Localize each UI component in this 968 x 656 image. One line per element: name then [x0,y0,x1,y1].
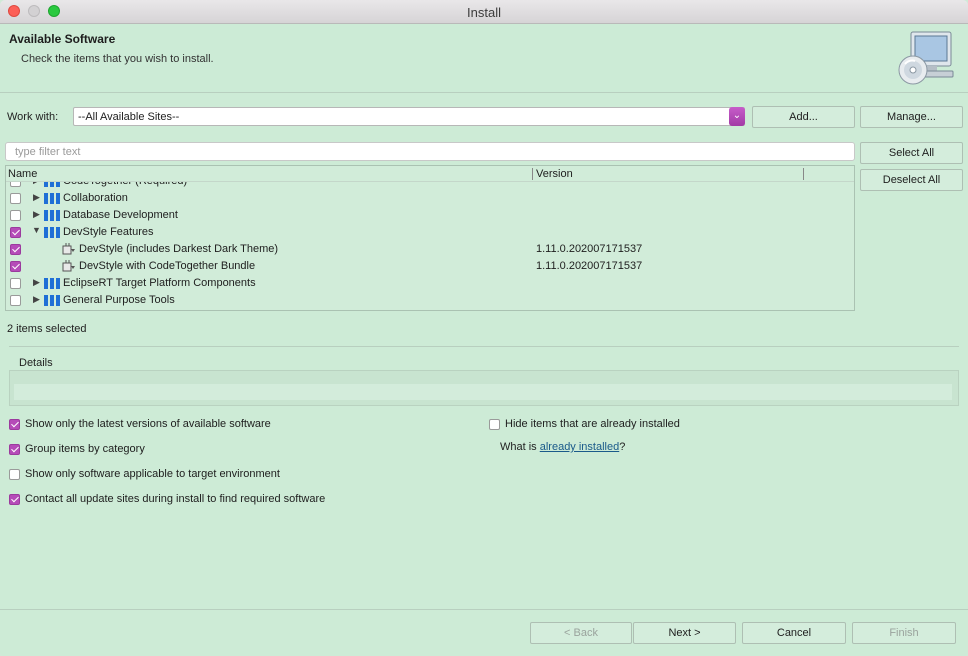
category-icon [44,193,60,204]
tree-row-eclipsert[interactable]: ▶ EclipseRT Target Platform Components [6,275,854,292]
work-with-value: --All Available Sites-- [78,111,180,123]
details-panel [9,370,959,406]
group-by-category-checkbox[interactable] [9,444,20,455]
tree-row-database-development[interactable]: ▶ Database Development [6,207,854,224]
already-installed-suffix: ? [619,441,626,453]
column-divider[interactable] [532,168,533,180]
select-all-button[interactable]: Select All [860,142,963,164]
next-button[interactable]: Next > [633,622,736,644]
row-label: EclipseRT Target Platform Components [63,277,256,289]
row-label: DevStyle with CodeTogether Bundle [79,260,256,272]
target-env-label: Show only software applicable to target … [25,468,280,480]
hide-installed-checkbox[interactable] [489,419,500,430]
tree-row-devstyle-features[interactable]: ▼ DevStyle Features [6,224,854,241]
latest-versions-checkbox[interactable] [9,419,20,430]
row-checkbox[interactable] [10,210,21,221]
hide-installed-label: Hide items that are already installed [505,418,680,430]
tree-row-collaboration[interactable]: ▶ Collaboration [6,190,854,207]
expand-arrow-icon[interactable]: ▶ [33,192,40,203]
feature-plugin-icon [62,243,75,255]
already-installed-prefix: What is [500,441,540,453]
chevron-down-icon[interactable]: ⌄ [729,107,745,126]
tree-row-devstyle[interactable]: DevStyle (includes Darkest Dark Theme) 1… [6,241,854,258]
category-icon [44,278,60,289]
row-checkbox[interactable] [10,261,21,272]
filter-input-box[interactable] [5,142,855,161]
tree-header: Name Version [6,166,854,182]
page-title: Available Software [9,32,116,46]
version-column-header[interactable]: Version [536,168,573,180]
row-checkbox[interactable] [10,295,21,306]
header-separator [0,92,968,93]
row-checkbox[interactable] [10,278,21,289]
category-icon [44,227,60,238]
contact-sites-checkbox[interactable] [9,494,20,505]
row-label: General Purpose Tools [63,294,175,306]
expand-arrow-icon[interactable]: ▶ [33,277,40,288]
target-env-checkbox[interactable] [9,469,20,480]
install-software-banner-icon [898,31,954,85]
expand-arrow-icon[interactable]: ▶ [33,294,40,305]
title-bar: Install [0,0,968,24]
deselect-all-button[interactable]: Deselect All [860,169,963,191]
details-label: Details [19,357,53,369]
feature-plugin-icon [62,260,75,272]
expand-arrow-icon[interactable]: ▶ [33,209,40,220]
row-version: 1.11.0.202007171537 [536,260,643,272]
wizard-header: Available Software Check the items that … [0,24,968,92]
latest-versions-label: Show only the latest versions of availab… [25,418,271,430]
work-with-combo[interactable]: --All Available Sites-- ⌄ [73,107,745,126]
already-installed-link[interactable]: already installed [540,441,620,453]
contact-sites-label: Contact all update sites during install … [25,493,326,505]
footer-separator [0,609,968,610]
row-label: Database Development [63,209,178,221]
name-column-header[interactable]: Name [8,168,37,180]
row-label: DevStyle Features [63,226,154,238]
collapse-arrow-icon[interactable]: ▼ [32,225,41,235]
group-by-category-label: Group items by category [25,443,145,455]
row-version: 1.11.0.202007171537 [536,243,643,255]
cancel-button[interactable]: Cancel [742,622,846,644]
row-checkbox[interactable] [10,193,21,204]
back-button[interactable]: < Back [530,622,632,644]
row-checkbox[interactable] [10,244,21,255]
page-description: Check the items that you wish to install… [21,53,214,65]
row-label: Collaboration [63,192,128,204]
manage-sites-button[interactable]: Manage... [860,106,963,128]
row-checkbox[interactable] [10,227,21,238]
category-icon [44,210,60,221]
column-divider[interactable] [803,168,804,180]
details-separator [9,346,959,347]
filter-input[interactable] [6,143,854,160]
software-tree[interactable]: ▶ CodeTogether (Required) Name Version ▶… [5,165,855,311]
window-title: Install [467,5,501,20]
tree-row-general-purpose-tools[interactable]: ▶ General Purpose Tools [6,292,854,309]
add-site-button[interactable]: Add... [752,106,855,128]
work-with-label: Work with: [7,111,59,123]
finish-button[interactable]: Finish [852,622,956,644]
category-icon [44,295,60,306]
selection-status: 2 items selected [7,323,87,335]
details-text-area [14,384,952,400]
tree-row-devstyle-codetogether[interactable]: DevStyle with CodeTogether Bundle 1.11.0… [6,258,854,275]
install-window: Install Available Software Check the ite… [0,0,968,656]
row-label: DevStyle (includes Darkest Dark Theme) [79,243,279,255]
already-installed-text: What is already installed? [500,441,625,453]
